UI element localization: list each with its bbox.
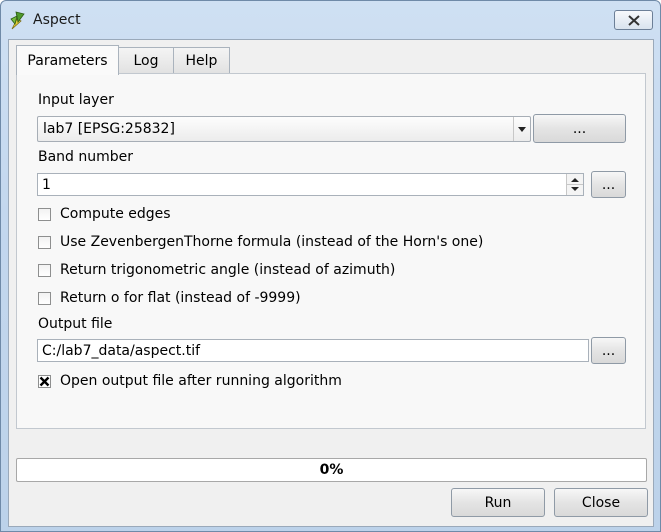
title-bar[interactable]: Aspect <box>1 1 660 39</box>
flat-zero-checkbox[interactable] <box>38 291 51 305</box>
tab-parameters-label: Parameters <box>27 52 108 69</box>
output-file-value: C:/lab7_data/aspect.tif <box>42 343 201 359</box>
flat-zero-row[interactable]: Return o for flat (instead of -9999) <box>38 289 301 307</box>
output-file-browse-button[interactable]: ... <box>591 337 626 364</box>
check-x-icon <box>39 376 50 386</box>
dialog-content: Parameters Log Help Input layer lab7 [EP… <box>8 39 654 527</box>
trig-angle-row[interactable]: Return trigonometric angle (instead of a… <box>38 261 395 279</box>
input-layer-browse-button[interactable]: ... <box>533 114 626 143</box>
input-layer-browse-label: ... <box>572 120 587 137</box>
band-number-value: 1 <box>42 177 51 193</box>
band-number-label: Band number <box>38 149 134 165</box>
flat-zero-label: Return o for flat (instead of -9999) <box>60 290 301 306</box>
input-layer-value: lab7 [EPSG:25832] <box>43 121 175 137</box>
chevron-down-icon <box>518 127 526 132</box>
open-output-row[interactable]: Open output file after running algorithm <box>38 372 342 390</box>
open-output-checkbox[interactable] <box>38 374 51 388</box>
tab-parameters[interactable]: Parameters <box>16 45 119 75</box>
tab-help-label: Help <box>185 52 218 69</box>
tab-log[interactable]: Log <box>118 47 174 73</box>
tab-help[interactable]: Help <box>173 47 230 73</box>
run-button[interactable]: Run <box>451 488 545 517</box>
progress-text: 0% <box>319 462 344 478</box>
input-layer-select[interactable]: lab7 [EPSG:25832] <box>37 116 531 142</box>
trig-angle-label: Return trigonometric angle (instead of a… <box>60 262 396 278</box>
trig-angle-checkbox[interactable] <box>38 263 51 277</box>
zevenbergen-checkbox[interactable] <box>38 235 51 249</box>
band-number-browse-label: ... <box>601 176 616 193</box>
zevenbergen-label: Use ZevenbergenThorne formula (instead o… <box>60 234 484 250</box>
parameters-panel: Input layer lab7 [EPSG:25832] ... Band n… <box>16 73 646 429</box>
dialog-window: Aspect Parameters Log Help Input layer l… <box>0 0 661 532</box>
spin-buttons[interactable] <box>566 174 583 195</box>
run-button-label: Run <box>484 494 512 511</box>
progress-bar: 0% <box>16 458 647 482</box>
window-title: Aspect <box>33 12 81 28</box>
output-file-label: Output file <box>38 316 113 332</box>
compute-edges-row[interactable]: Compute edges <box>38 205 171 223</box>
dropdown-button[interactable] <box>513 117 530 141</box>
tab-log-label: Log <box>133 52 159 69</box>
output-file-browse-label: ... <box>601 342 616 359</box>
compute-edges-label: Compute edges <box>60 206 171 222</box>
qgis-logo-icon <box>10 11 25 30</box>
close-button-label: Close <box>581 494 621 511</box>
spin-arrows-icon <box>567 178 583 191</box>
window-close-button[interactable] <box>614 10 653 30</box>
open-output-label: Open output file after running algorithm <box>60 373 342 389</box>
close-button[interactable]: Close <box>554 488 648 517</box>
band-number-spinbox[interactable]: 1 <box>37 173 584 196</box>
output-file-input[interactable]: C:/lab7_data/aspect.tif <box>37 339 589 362</box>
close-icon <box>627 14 640 26</box>
input-layer-label: Input layer <box>38 92 114 108</box>
band-number-browse-button[interactable]: ... <box>591 171 626 198</box>
zevenbergen-row[interactable]: Use ZevenbergenThorne formula (instead o… <box>38 233 483 251</box>
compute-edges-checkbox[interactable] <box>38 207 51 221</box>
